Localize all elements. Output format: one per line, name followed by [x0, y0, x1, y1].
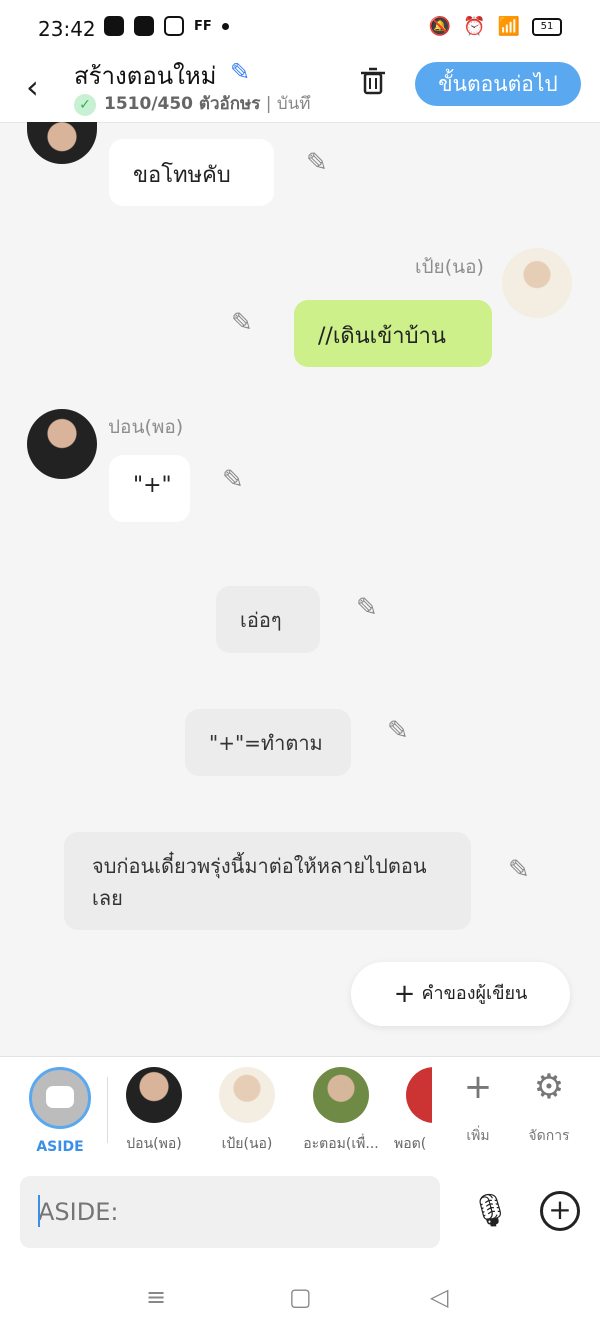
avatar [126, 1067, 182, 1123]
character-count: ✓ 1510/450 ตัวอักษร | บันทึ [74, 90, 329, 117]
battery-icon: 51 [532, 17, 562, 36]
aside-icon [29, 1067, 91, 1129]
character-pei[interactable]: เป้ย(นอ) [202, 1067, 292, 1155]
avatar-porn[interactable] [27, 409, 97, 479]
gear-icon: ⚙ [533, 1067, 565, 1107]
add-circle-icon[interactable]: + [540, 1191, 580, 1231]
sender-name: เป้ย(นอ) [415, 256, 484, 278]
back-triangle-icon[interactable]: ◁ [430, 1283, 448, 1311]
avatar [219, 1067, 275, 1123]
edit-message-pencil-icon[interactable]: ✎ [508, 855, 530, 885]
avatar [406, 1067, 432, 1123]
notification-dot-icon [221, 22, 229, 30]
avatar-pei[interactable] [502, 248, 572, 318]
next-step-button[interactable]: ขั้นตอนต่อไป [415, 62, 581, 106]
menu-icon[interactable]: ≡ [146, 1283, 166, 1311]
instagram-icon [164, 16, 184, 36]
author-note-button[interactable]: + คำของผู้เขียน [351, 962, 570, 1026]
system-nav-bar: ≡ ▢ ◁ [0, 1265, 600, 1333]
edit-title-pencil-icon[interactable]: ✎ [230, 58, 250, 86]
character-bar: ASIDE ปอน(พอ) เป้ย(นอ) อะตอม(เพื่... พอต… [0, 1056, 600, 1166]
message-bubble[interactable]: ขอโทษคับ [109, 139, 274, 206]
status-bar: 23:42 FF 🔕 ⏰ 📶 51 [0, 0, 600, 58]
edit-message-pencil-icon[interactable]: ✎ [387, 716, 409, 746]
back-arrow-icon[interactable]: ‹ [26, 68, 39, 106]
avatar [313, 1067, 369, 1123]
edit-message-pencil-icon[interactable]: ✎ [222, 465, 244, 495]
trash-icon[interactable] [356, 64, 390, 98]
snapchat-icon [104, 16, 124, 36]
mute-icon: 🔕 [428, 16, 452, 37]
character-port[interactable]: พอต( [388, 1067, 432, 1155]
youtube-icon [134, 16, 154, 36]
message-input[interactable] [20, 1176, 440, 1248]
character-aside[interactable]: ASIDE [15, 1067, 105, 1155]
edit-message-pencil-icon[interactable]: ✎ [231, 308, 253, 338]
check-icon: ✓ [74, 94, 96, 116]
message-bubble[interactable]: "+" [109, 455, 190, 522]
sender-name: ปอน(พอ) [108, 416, 184, 438]
plus-icon: + [393, 979, 416, 1009]
divider [107, 1077, 108, 1143]
status-left-icons: FF [104, 16, 229, 36]
avatar-porn[interactable] [27, 122, 97, 164]
composer: 🎙 + [0, 1165, 600, 1265]
edit-message-pencil-icon[interactable]: ✎ [356, 593, 378, 623]
manage-characters-button[interactable]: ⚙ จัดการ [504, 1067, 594, 1147]
text-caret [38, 1195, 40, 1227]
microphone-icon[interactable]: 🎙 [470, 1191, 511, 1229]
app-header: ‹ สร้างตอนใหม่ ✎ ✓ 1510/450 ตัวอักษร | บั… [0, 58, 600, 123]
aside-bubble[interactable]: เอ่อๆ [216, 586, 320, 653]
wifi-icon: 📶 [497, 16, 520, 37]
aside-bubble[interactable]: จบก่อนเดี๋ยวพรุ่งนี้มาต่อให้หลายไปตอนเลย [64, 832, 471, 930]
edit-message-pencil-icon[interactable]: ✎ [306, 148, 328, 178]
alarm-icon: ⏰ [463, 16, 486, 37]
message-bubble[interactable]: //เดินเข้าบ้าน [294, 300, 492, 367]
character-porn[interactable]: ปอน(พอ) [109, 1067, 199, 1155]
status-time: 23:42 [38, 17, 96, 41]
home-square-icon[interactable]: ▢ [289, 1283, 312, 1311]
aside-bubble[interactable]: "+"=ทำตาม [185, 709, 351, 776]
ff-icon: FF [194, 18, 212, 34]
status-right-icons: 🔕 ⏰ 📶 51 [429, 16, 562, 37]
character-atom[interactable]: อะตอม(เพื่... [296, 1067, 386, 1155]
